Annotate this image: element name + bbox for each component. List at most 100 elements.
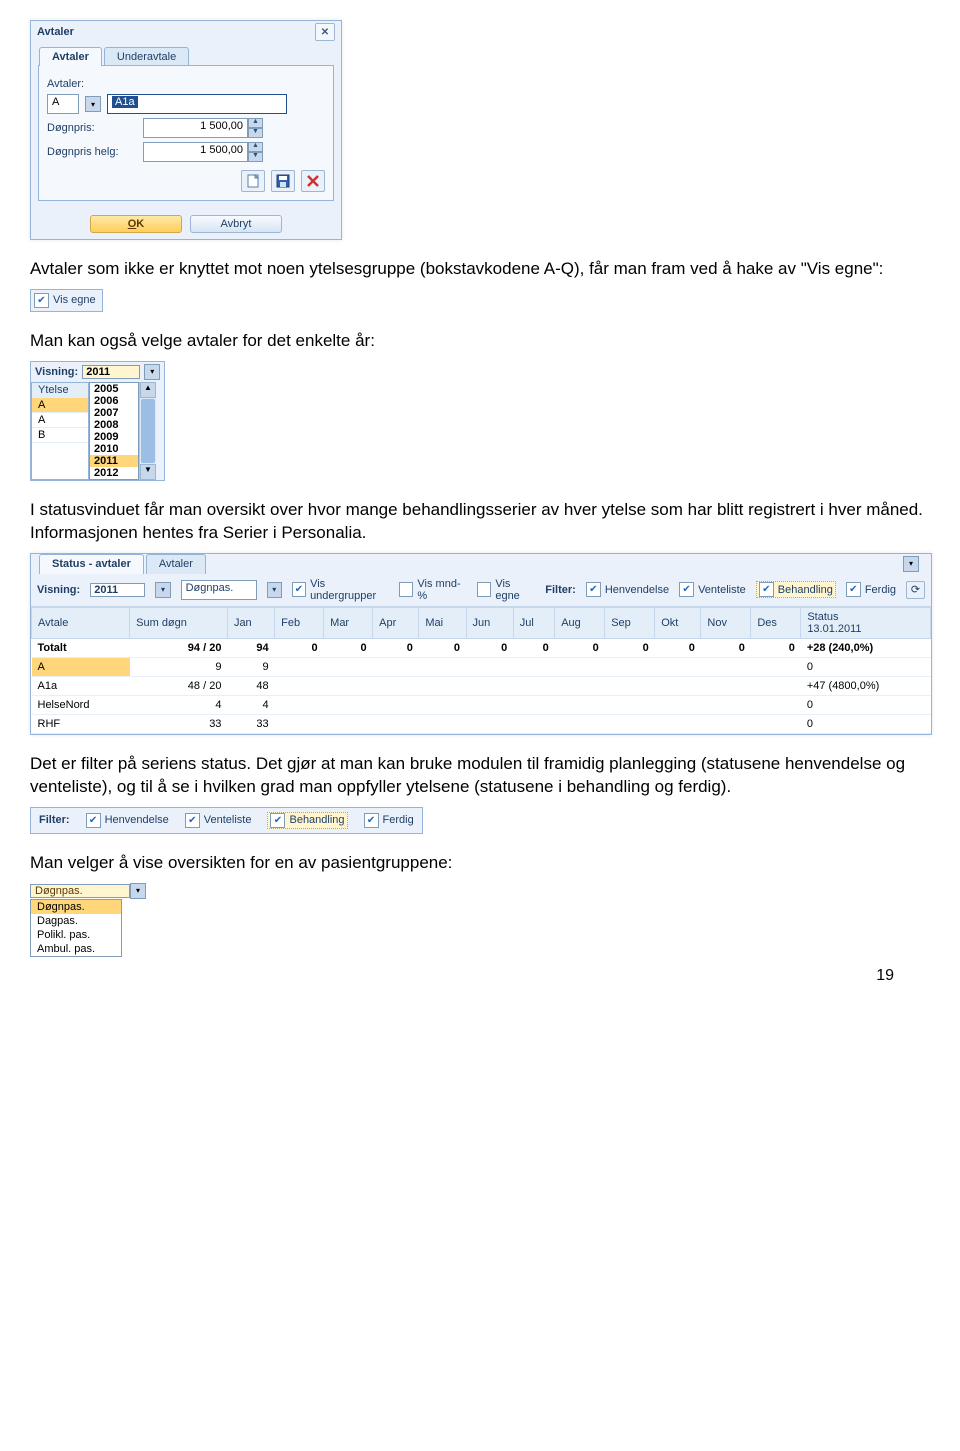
chevron-down-icon[interactable]: ▾ (85, 96, 101, 112)
close-icon[interactable]: ✕ (315, 23, 335, 41)
filter-behandling[interactable]: ✔Behandling (756, 581, 836, 598)
group-select-value: Døgnpas. (35, 885, 83, 897)
tab-avtaler[interactable]: Avtaler (39, 47, 102, 66)
chevron-down-icon[interactable]: ▾ (155, 582, 170, 598)
scrollbar[interactable]: ▲ ▼ (139, 382, 156, 480)
chevron-down-icon[interactable]: ▾ (903, 556, 919, 572)
refresh-icon[interactable]: ⟳ (906, 581, 925, 599)
new-icon[interactable] (241, 170, 265, 192)
table-header: Sum døgn (130, 607, 228, 638)
cancel-button[interactable]: Avbryt (190, 215, 282, 233)
table-row[interactable]: A1a48 / 2048+47 (4800,0%) (32, 676, 931, 695)
table-header: Jun (466, 607, 513, 638)
dognpris-helg-input[interactable]: 1 500,00 (143, 142, 248, 162)
group-option[interactable]: Døgnpas. (31, 900, 121, 914)
table-cell (466, 714, 513, 733)
table-cell: RHF (32, 714, 130, 733)
group-option[interactable]: Ambul. pas. (31, 942, 121, 956)
table-cell (701, 657, 751, 676)
filter-strip: Filter: ✔Henvendelse ✔Venteliste ✔Behand… (30, 807, 423, 834)
table-cell (605, 695, 655, 714)
table-header: Aug (555, 607, 605, 638)
table-cell: 4 (227, 695, 274, 714)
delete-icon[interactable] (301, 170, 325, 192)
table-cell (324, 676, 373, 695)
vis-egne-label: Vis egne (53, 294, 96, 306)
chevron-down-icon[interactable]: ▾ (130, 883, 146, 899)
ytelse-column: Ytelse A A B (31, 382, 89, 480)
table-cell (275, 695, 324, 714)
table-cell (324, 714, 373, 733)
vis-undergrupper-checkbox[interactable]: ✔Vis undergrupper (292, 578, 389, 602)
visning-panel: Visning: 2011 ▾ Ytelse A A B 2005 2006 2… (30, 361, 165, 481)
fs-henvendelse[interactable]: ✔Henvendelse (86, 813, 169, 828)
table-cell (605, 714, 655, 733)
table-cell: 0 (605, 638, 655, 657)
visning-year-value: 2011 (86, 366, 110, 378)
table-cell (513, 657, 555, 676)
group-option-list[interactable]: Døgnpas. Dagpas. Polikl. pas. Ambul. pas… (30, 899, 122, 957)
ytelse-row[interactable]: A (32, 398, 88, 413)
table-cell: +28 (240,0%) (801, 638, 931, 657)
group-option[interactable]: Dagpas. (31, 914, 121, 928)
group-option[interactable]: Polikl. pas. (31, 928, 121, 942)
avtale-code-input[interactable]: A (47, 94, 79, 114)
vis-egne-checkbox[interactable]: ✔ Vis egne (34, 293, 96, 308)
table-cell: 0 (801, 695, 931, 714)
table-cell: HelseNord (32, 695, 130, 714)
fs-ferdig[interactable]: ✔Ferdig (364, 813, 414, 828)
ytelse-row[interactable]: B (32, 428, 88, 443)
group-select[interactable]: Døgnpas. (181, 580, 257, 600)
titlebar: Avtaler ✕ (31, 21, 341, 43)
table-cell (419, 714, 466, 733)
table-cell: 0 (324, 638, 373, 657)
scroll-up-icon[interactable]: ▲ (140, 382, 156, 398)
checkbox-icon: ✔ (34, 293, 49, 308)
table-cell (655, 657, 701, 676)
group-dropdown: Døgnpas. ▾ Døgnpas. Dagpas. Polikl. pas.… (30, 883, 146, 957)
scroll-thumb[interactable] (141, 399, 155, 463)
fs-behandling[interactable]: ✔Behandling (267, 812, 347, 829)
visning-year-select[interactable]: 2011 (82, 365, 140, 379)
table-cell: 94 (227, 638, 274, 657)
table-row[interactable]: RHF33330 (32, 714, 931, 733)
table-cell: 0 (373, 638, 419, 657)
scroll-down-icon[interactable]: ▼ (140, 464, 156, 480)
tab-avtaler-2[interactable]: Avtaler (146, 554, 206, 574)
vis-mnd-checkbox[interactable]: Vis mnd-% (399, 578, 467, 602)
tab-status-avtaler[interactable]: Status - avtaler (39, 554, 144, 574)
dognpris-spinner[interactable]: ▲▼ (248, 118, 263, 138)
table-cell: 0 (513, 638, 555, 657)
dognpris-input[interactable]: 1 500,00 (143, 118, 248, 138)
table-cell (373, 714, 419, 733)
table-row[interactable]: HelseNord440 (32, 695, 931, 714)
filter-henvendelse[interactable]: ✔Henvendelse (586, 582, 669, 597)
table-cell (466, 657, 513, 676)
avtale-name-input[interactable]: A1a (107, 94, 287, 114)
ok-button[interactable]: OK (90, 215, 182, 233)
dognpris-helg-spinner[interactable]: ▲▼ (248, 142, 263, 162)
chevron-down-icon[interactable]: ▾ (144, 364, 160, 380)
table-cell: 9 (130, 657, 228, 676)
status-avtaler-panel: Status - avtaler Avtaler ▾ Visning: 2011… (30, 553, 932, 735)
table-cell (701, 714, 751, 733)
chevron-down-icon[interactable]: ▾ (267, 582, 282, 598)
table-cell (555, 695, 605, 714)
tab-underavtale[interactable]: Underavtale (104, 47, 189, 66)
filter-venteliste[interactable]: ✔Venteliste (679, 582, 746, 597)
year-list[interactable]: 2005 2006 2007 2008 2009 2010 2011 2012 (89, 382, 139, 480)
group-select-box[interactable]: Døgnpas. (30, 884, 130, 898)
save-icon[interactable] (271, 170, 295, 192)
table-row[interactable]: Totalt94 / 209400000000000+28 (240,0%) (32, 638, 931, 657)
vis-egne-checkbox-2[interactable]: Vis egne (477, 578, 535, 602)
table-cell: 0 (701, 638, 751, 657)
table-row[interactable]: A990 (32, 657, 931, 676)
fs-venteliste[interactable]: ✔Venteliste (185, 813, 252, 828)
table-cell (751, 657, 801, 676)
filter-ferdig[interactable]: ✔Ferdig (846, 582, 896, 597)
ytelse-row[interactable]: A (32, 413, 88, 428)
paragraph-3: I statusvinduet får man oversikt over hv… (30, 499, 930, 545)
table-header: Feb (275, 607, 324, 638)
year-select[interactable]: 2011 (90, 583, 145, 597)
table-cell (419, 695, 466, 714)
